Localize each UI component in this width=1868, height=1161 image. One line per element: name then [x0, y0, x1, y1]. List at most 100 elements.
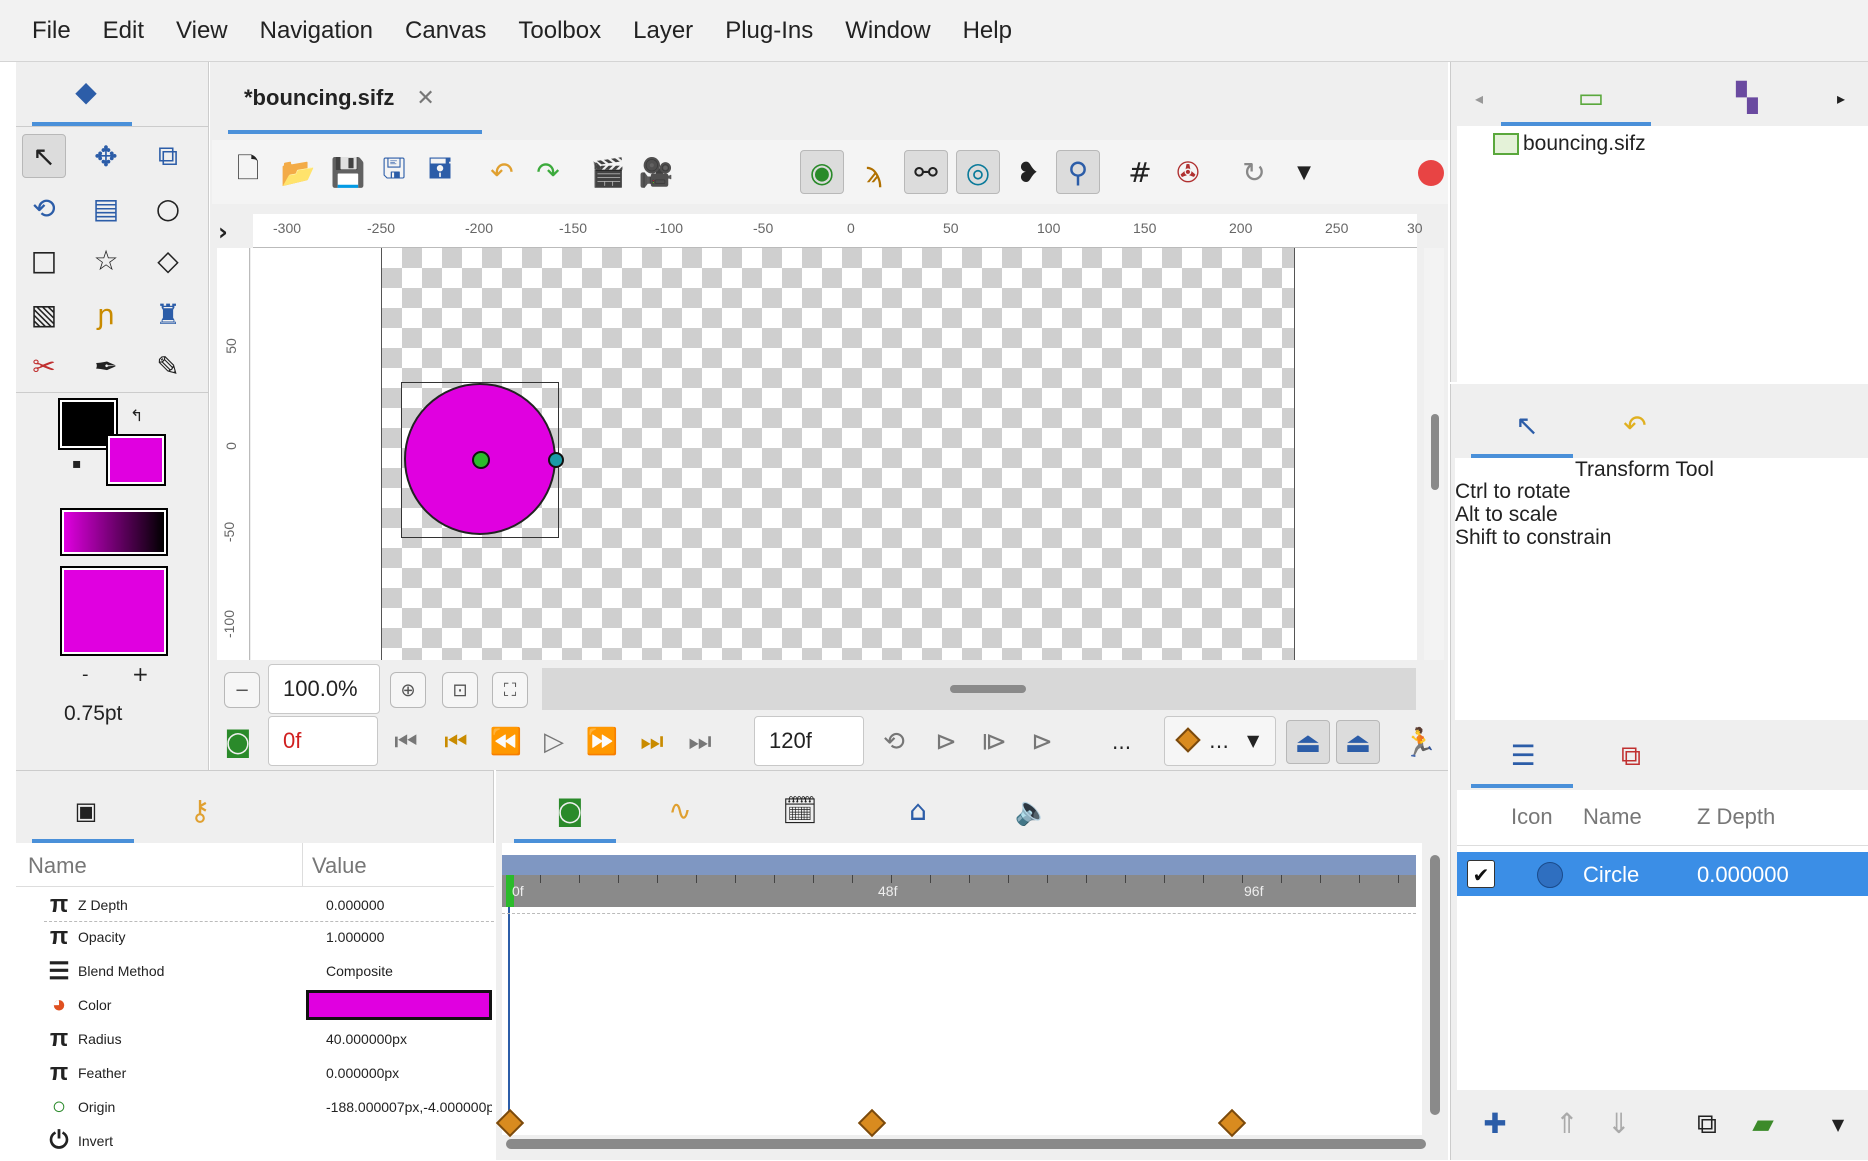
- loop-icon[interactable]: ⟲: [874, 722, 914, 762]
- fill-tool-button[interactable]: ♜: [146, 292, 190, 336]
- angle-handles-button[interactable]: ❥: [1006, 150, 1050, 194]
- menu-toolbox[interactable]: Toolbox: [502, 17, 617, 45]
- menu-canvas[interactable]: Canvas: [389, 17, 502, 45]
- zoom-fit-button[interactable]: ⛶: [492, 672, 528, 708]
- smooth-move-tool-button[interactable]: ✥: [84, 134, 128, 178]
- layers-tab-icon[interactable]: ☰: [1503, 736, 1543, 776]
- timetrack-horizontal-scrollbar[interactable]: [506, 1139, 1426, 1149]
- animation-mode-icon[interactable]: 🏃: [1398, 720, 1442, 764]
- menu-view[interactable]: View: [160, 17, 244, 45]
- group-layer-icon[interactable]: ▰: [1743, 1106, 1783, 1142]
- timetrack-area[interactable]: 0f 48f 96f: [495, 843, 1422, 1138]
- gradient-swatch[interactable]: [60, 508, 168, 556]
- radius-handle[interactable]: [548, 452, 564, 468]
- new-file-icon[interactable]: 🗋: [226, 150, 270, 194]
- param-value[interactable]: Composite: [326, 963, 393, 979]
- menu-help[interactable]: Help: [947, 17, 1028, 45]
- color-param-swatch[interactable]: [306, 990, 492, 1020]
- past-keyframe-lock-button[interactable]: ⏏: [1286, 720, 1330, 764]
- canvas-horizontal-scrollbar[interactable]: [542, 668, 1416, 710]
- zoom-100-button[interactable]: ⊡: [442, 672, 478, 708]
- chevron-down-icon[interactable]: ▼: [1823, 1110, 1853, 1140]
- eyedrop-tool-button[interactable]: ✎: [146, 344, 190, 388]
- dropdown-arrow-icon[interactable]: ▼: [1282, 150, 1326, 194]
- canvas-viewport[interactable]: [251, 248, 1417, 660]
- open-file-icon[interactable]: 📂: [276, 150, 320, 194]
- library-item[interactable]: bouncing.sifz: [1493, 132, 1646, 156]
- layer-name[interactable]: Circle: [1583, 862, 1639, 888]
- param-value[interactable]: -188.000007px,-4.000000p: [326, 1099, 492, 1115]
- prev-frame-icon[interactable]: ⏪: [486, 722, 526, 762]
- canvas-browser-tab-icon[interactable]: 🗓: [780, 791, 820, 831]
- keyframes-tab-icon[interactable]: ⚷: [180, 791, 220, 831]
- add-layer-icon[interactable]: ✚: [1477, 1106, 1513, 1142]
- scroll-left-icon[interactable]: ◂: [1469, 84, 1489, 114]
- param-value[interactable]: 40.000000px: [326, 1031, 407, 1047]
- prev-keyframe-icon[interactable]: ⏮: [436, 722, 476, 762]
- preview-icon[interactable]: 🎥: [634, 150, 678, 194]
- current-frame-field[interactable]: 0f: [268, 716, 378, 766]
- param-row-blend-method[interactable]: ☰ Blend Method Composite: [44, 954, 504, 988]
- palette-tab-icon[interactable]: ▚: [1727, 78, 1767, 118]
- save-as-icon[interactable]: 🖫: [372, 150, 416, 194]
- polygon-tool-button[interactable]: ◇: [146, 238, 190, 282]
- brush-size-increase-button[interactable]: +: [132, 662, 149, 686]
- ruler-toggle-icon[interactable]: ›: [218, 218, 228, 246]
- end-frame-field[interactable]: 120f: [754, 716, 864, 766]
- param-row-radius[interactable]: π Radius 40.000000px: [44, 1022, 504, 1056]
- column-header-name[interactable]: Name: [1583, 804, 1642, 830]
- next-frame-icon[interactable]: ⏩: [582, 722, 622, 762]
- save-icon[interactable]: 💾: [326, 150, 370, 194]
- swap-colors-icon[interactable]: ↰: [130, 406, 143, 425]
- curves-tab-icon[interactable]: ∿: [660, 791, 700, 831]
- sound-tab-icon[interactable]: 🔈: [1012, 791, 1052, 831]
- param-row-zdepth[interactable]: π Z Depth 0.000000: [44, 888, 504, 922]
- lower-layer-icon[interactable]: ⇓: [1601, 1106, 1637, 1142]
- bounds-begin-icon[interactable]: ⊳: [926, 722, 966, 762]
- next-keyframe-icon[interactable]: ⏭: [632, 722, 672, 762]
- timetrack-vertical-scrollbar[interactable]: [1430, 855, 1440, 1115]
- duplicate-layer-icon[interactable]: ⧉: [1689, 1106, 1725, 1142]
- radius-handles-button[interactable]: ◎: [956, 150, 1000, 194]
- zoom-field[interactable]: 100.0%: [268, 664, 380, 714]
- seek-end-icon[interactable]: ⏭: [680, 722, 720, 762]
- zoom-in-button[interactable]: ⊕: [390, 672, 426, 708]
- navigator-tab-icon[interactable]: ⌂: [898, 791, 938, 831]
- layer-visibility-checkbox[interactable]: ✔: [1467, 860, 1495, 888]
- menu-plugins[interactable]: Plug-Ins: [709, 17, 829, 45]
- origin-handle[interactable]: [472, 451, 490, 469]
- param-row-invert[interactable]: ⏻ Invert: [44, 1124, 504, 1158]
- waypoint-96f[interactable]: [1217, 1108, 1247, 1138]
- play-icon[interactable]: ▷: [534, 722, 574, 762]
- scroll-right-icon[interactable]: ▸: [1831, 84, 1851, 114]
- vertex-handles-button[interactable]: ⚲: [1056, 150, 1100, 194]
- close-tab-icon[interactable]: ✕: [416, 86, 434, 111]
- bounds-both-icon[interactable]: ⧐: [974, 722, 1014, 762]
- param-value[interactable]: 1.000000: [326, 929, 384, 945]
- save-all-icon[interactable]: 🖬: [418, 150, 462, 194]
- document-tab[interactable]: *bouncing.sifz ✕: [228, 68, 474, 128]
- params-header-value[interactable]: Value: [312, 853, 367, 879]
- scrollbar-thumb[interactable]: [1431, 414, 1439, 490]
- brush-preview[interactable]: [60, 566, 168, 656]
- reset-colors-icon[interactable]: ▪: [72, 456, 82, 472]
- gradient-tool-button[interactable]: ▧: [22, 292, 66, 336]
- sets-tab-icon[interactable]: ⧉: [1611, 736, 1651, 776]
- layer-row[interactable]: ✔ Circle 0.000000: [1457, 852, 1868, 896]
- waypoint-48f[interactable]: [857, 1108, 887, 1138]
- redo-icon[interactable]: ↷: [526, 150, 570, 194]
- brush-size-decrease-button[interactable]: -: [82, 664, 89, 685]
- menu-navigation[interactable]: Navigation: [244, 17, 389, 45]
- raise-layer-icon[interactable]: ⇑: [1549, 1106, 1585, 1142]
- scrollbar-thumb[interactable]: [950, 685, 1026, 693]
- star-tool-button[interactable]: ☆: [84, 238, 128, 282]
- tool-options-tab-icon[interactable]: ↖: [1507, 406, 1547, 446]
- spline-tool-button[interactable]: ɲ: [84, 292, 128, 336]
- column-header-zdepth[interactable]: Z Depth: [1697, 804, 1775, 830]
- rectangle-tool-button[interactable]: □: [22, 238, 66, 282]
- fill-color-swatch[interactable]: [106, 434, 166, 486]
- record-icon[interactable]: [1418, 160, 1444, 186]
- guides-icon[interactable]: ✇: [1166, 150, 1210, 194]
- mirror-tool-button[interactable]: ▤: [84, 186, 128, 230]
- scale-tool-button[interactable]: ⧉: [146, 134, 190, 178]
